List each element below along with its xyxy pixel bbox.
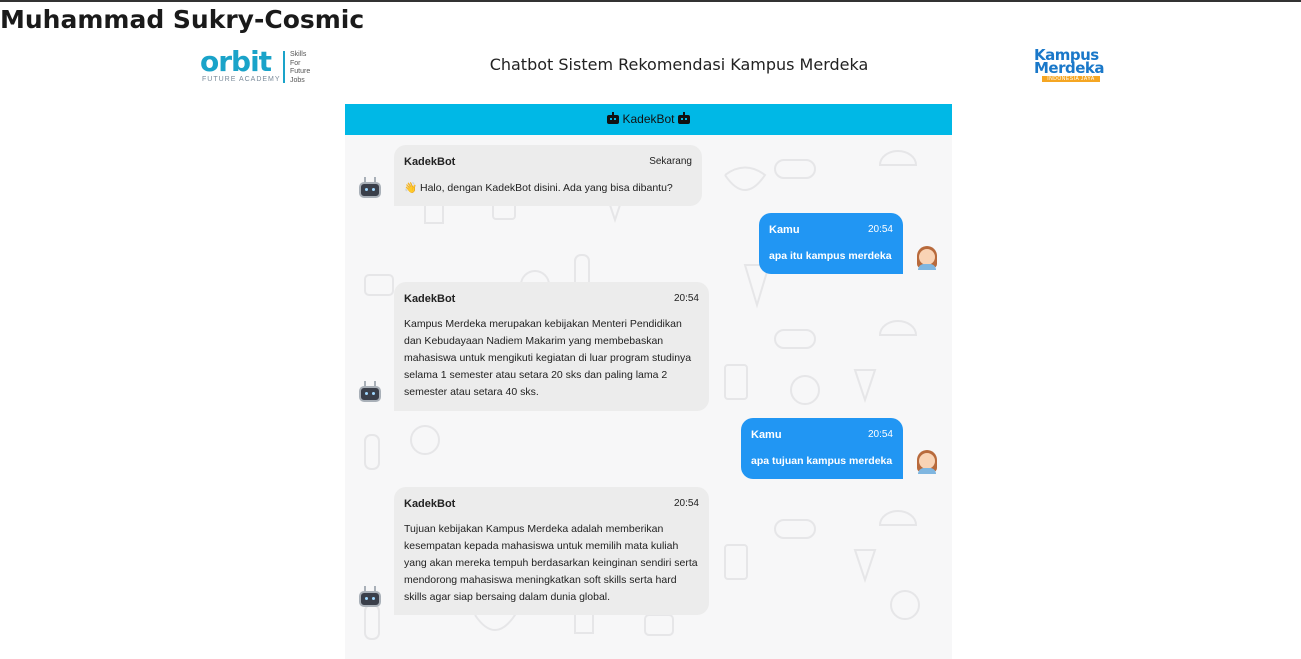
bot-avatar [358,176,382,200]
message-text: Tujuan kebijakan Kampus Merdeka adalah m… [404,523,698,603]
message-time: 20:54 [867,429,893,440]
message-sender: KadekBot [404,293,456,305]
waving-hand-icon: 👋 [404,182,418,194]
km-logo-strip: INDONESIA JAYA [1042,76,1100,82]
message-sender: KadekBot [404,156,456,168]
robot-icon [607,112,620,124]
bot-avatar [358,380,382,404]
bot-message: KadekBot 20:54 Kampus Merdeka merupakan … [394,282,709,411]
user-message: Kamu 20:54 apa tujuan kampus merdeka [741,418,903,479]
message-time: 20:54 [673,498,699,509]
message-body: Halo, dengan KadekBot disini. Ada yang b… [420,182,673,194]
header-title: Chatbot Sistem Rekomendasi Kampus Merdek… [489,55,869,74]
user-avatar [915,244,939,270]
bot-message: KadekBot Sekarang 👋 Halo, dengan KadekBo… [394,145,702,206]
message-sender: Kamu [751,429,782,441]
message-sender: Kamu [769,224,800,236]
message-time: 20:54 [673,293,699,304]
message-text: 👋 Halo, dengan KadekBot disini. Ada yang… [404,180,694,197]
message-sender: KadekBot [404,498,456,510]
chat-panel: KadekBot KadekBot Sekarang 👋 Halo, denga… [345,104,952,659]
kampus-merdeka-logo: Kampus Merdeka INDONESIA JAYA [1032,46,1105,86]
user-message: Kamu 20:54 apa itu kampus merdeka [759,213,903,274]
message-time: Sekarang [649,156,692,167]
chat-header-label: KadekBot [622,112,675,126]
message-text: Kampus Merdeka merupakan kebijakan Mente… [404,318,692,398]
bot-message: KadekBot 20:54 Tujuan kebijakan Kampus M… [394,487,709,615]
message-text: apa tujuan kampus merdeka [751,455,893,467]
km-logo-line2: Merdeka [1034,59,1105,77]
message-text: apa itu kampus merdeka [769,250,892,262]
orbit-logo-sub: FUTURE ACADEMY [202,76,281,83]
page-title: Muhammad Sukry-Cosmic [0,5,365,34]
page-header: orbit FUTURE ACADEMY Skills For Future J… [0,42,1301,90]
orbit-tagline-line: Jobs [290,76,305,84]
chat-header: KadekBot [345,104,952,135]
bot-avatar [358,585,382,609]
user-avatar [915,448,939,474]
robot-icon [677,112,690,124]
message-time: 20:54 [867,224,893,235]
